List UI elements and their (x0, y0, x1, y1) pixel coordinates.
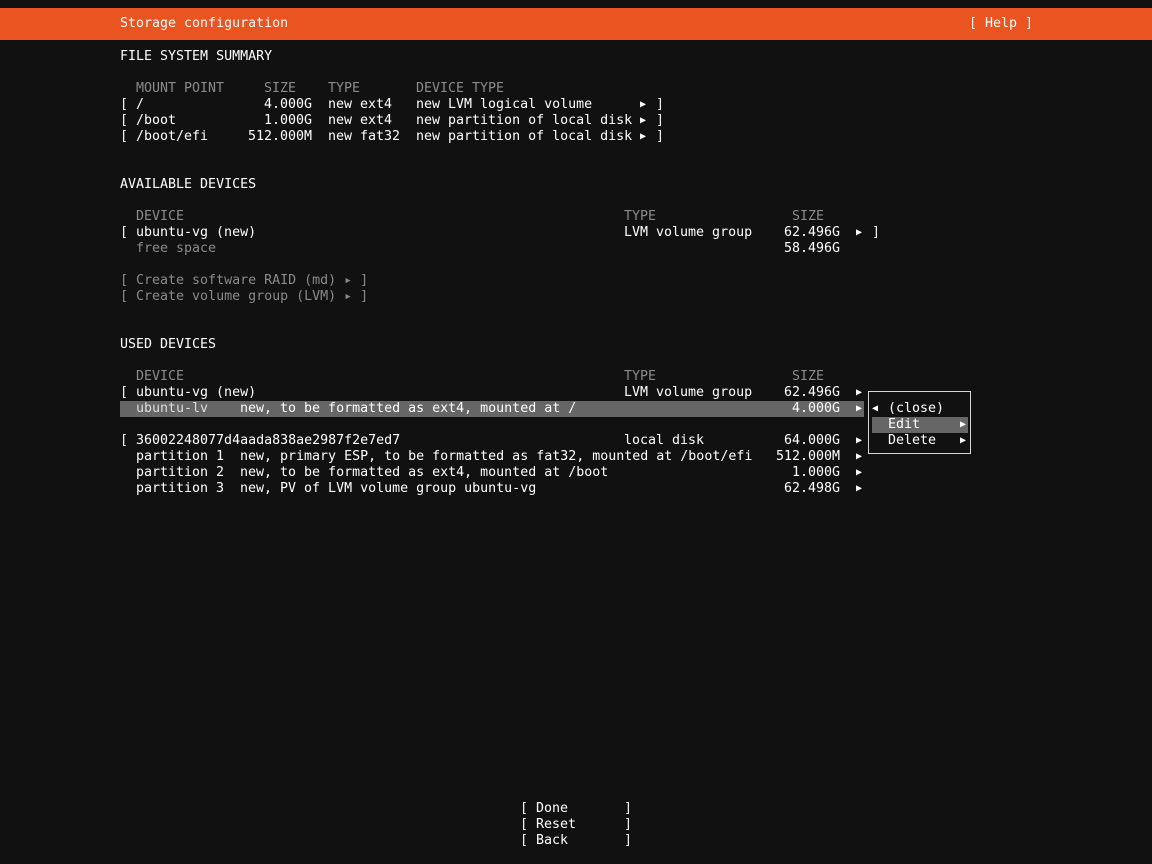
partition-description: new, primary ESP, to be formatted as fat… (240, 449, 753, 464)
partition-size: 62.498G (784, 481, 841, 496)
reset-label: Reset (536, 817, 577, 832)
bracket-open: [ (520, 801, 529, 816)
create-lvm-button[interactable]: [ Create volume group (LVM) ▸ ] (120, 289, 368, 305)
bracket-close: ] (624, 801, 633, 816)
bracket-close: ] (624, 817, 633, 832)
device-size: 62.496G (784, 385, 841, 400)
bracket-close: ] (656, 129, 665, 144)
fs-device-type: new partition of local disk (416, 113, 633, 128)
menu-close-label: (close) (888, 401, 945, 416)
arrow-right-icon: ▶ (856, 467, 863, 478)
partition-name: partition 1 (136, 449, 225, 464)
device-name: ubuntu-vg (new) (136, 385, 257, 400)
help-button[interactable]: [ Help ] (969, 16, 1033, 32)
fs-mount: /boot (136, 113, 177, 128)
partition-name: partition 2 (136, 465, 225, 480)
device-name: ubuntu-vg (new) (136, 225, 257, 240)
menu-edit-label: Edit (888, 417, 921, 432)
lv-name: ubuntu-lv (136, 401, 209, 416)
bracket-close: ] (656, 97, 665, 112)
fs-mount: /boot/efi (136, 129, 209, 144)
fs-col-device-type: DEVICE TYPE (416, 81, 505, 96)
partition-name: partition 3 (136, 481, 225, 496)
done-label: Done (536, 801, 569, 816)
partition-description: new, to be formatted as ext4, mounted at… (240, 465, 609, 480)
partition-description: new, PV of LVM volume group ubuntu-vg (240, 481, 537, 496)
fs-device-type: new partition of local disk (416, 129, 633, 144)
bracket-close: ] (656, 113, 665, 128)
menu-delete-label: Delete (888, 433, 937, 448)
fs-type: new fat32 (328, 129, 401, 144)
back-label: Back (536, 833, 569, 848)
fs-device-type: new LVM logical volume (416, 97, 593, 112)
used-col-type: TYPE (624, 369, 657, 384)
fs-size: 1.000G (264, 113, 313, 128)
arrow-right-icon: ▶ (640, 99, 647, 110)
partition-size: 512.000M (776, 449, 841, 464)
arrow-left-icon: ◀ (872, 403, 879, 414)
used-col-device: DEVICE (136, 369, 185, 384)
device-type: LVM volume group (624, 385, 753, 400)
arrow-right-icon: ▶ (856, 451, 863, 462)
used-heading: USED DEVICES (120, 337, 217, 352)
bracket-open: [ (120, 97, 129, 112)
arrow-right-icon: ▶ (856, 227, 863, 238)
arrow-right-icon: ▶ (856, 387, 863, 398)
bracket-open: [ (120, 113, 129, 128)
bracket-open: [ (120, 433, 129, 448)
arrow-right-icon: ▶ (640, 115, 647, 126)
fs-type: new ext4 (328, 113, 393, 128)
avail-col-size: SIZE (792, 209, 825, 224)
avail-col-type: TYPE (624, 209, 657, 224)
arrow-right-icon: ▶ (960, 419, 967, 430)
fs-col-size: SIZE (264, 81, 297, 96)
bracket-close: ] (624, 833, 633, 848)
fs-mount: / (136, 97, 145, 112)
device-type: LVM volume group (624, 225, 753, 240)
disk-name: 36002248077d4aada838ae2987f2e7ed7 (136, 433, 401, 448)
fs-col-type: TYPE (328, 81, 361, 96)
fs-col-mount: MOUNT POINT (136, 81, 225, 96)
bracket-open: [ (120, 225, 129, 240)
arrow-right-icon: ▶ (856, 403, 863, 414)
arrow-right-icon: ▶ (856, 435, 863, 446)
fs-summary-heading: FILE SYSTEM SUMMARY (120, 49, 273, 64)
bracket-open: [ (520, 833, 529, 848)
fs-size: 4.000G (264, 97, 313, 112)
bracket-open: [ (520, 817, 529, 832)
page-title: Storage configuration (120, 16, 289, 31)
create-raid-button[interactable]: [ Create software RAID (md) ▸ ] (120, 273, 368, 289)
available-heading: AVAILABLE DEVICES (120, 177, 257, 192)
bracket-open: [ (120, 385, 129, 400)
avail-col-device: DEVICE (136, 209, 185, 224)
arrow-right-icon: ▶ (856, 483, 863, 494)
free-space-size: 58.496G (784, 241, 841, 256)
fs-type: new ext4 (328, 97, 393, 112)
fs-size: 512.000M (248, 129, 313, 144)
lv-description: new, to be formatted as ext4, mounted at… (240, 401, 577, 416)
partition-size: 1.000G (792, 465, 841, 480)
bracket-open: [ (120, 129, 129, 144)
disk-size: 64.000G (784, 433, 841, 448)
disk-type: local disk (624, 433, 705, 448)
arrow-right-icon: ▶ (640, 131, 647, 142)
used-col-size: SIZE (792, 369, 825, 384)
device-size: 62.496G (784, 225, 841, 240)
bracket-close: ] (872, 225, 881, 240)
lv-size: 4.000G (792, 401, 841, 416)
arrow-right-icon: ▶ (960, 435, 967, 446)
free-space-label: free space (136, 241, 217, 256)
header-bar: Storage configuration [ Help ] (0, 8, 1152, 40)
